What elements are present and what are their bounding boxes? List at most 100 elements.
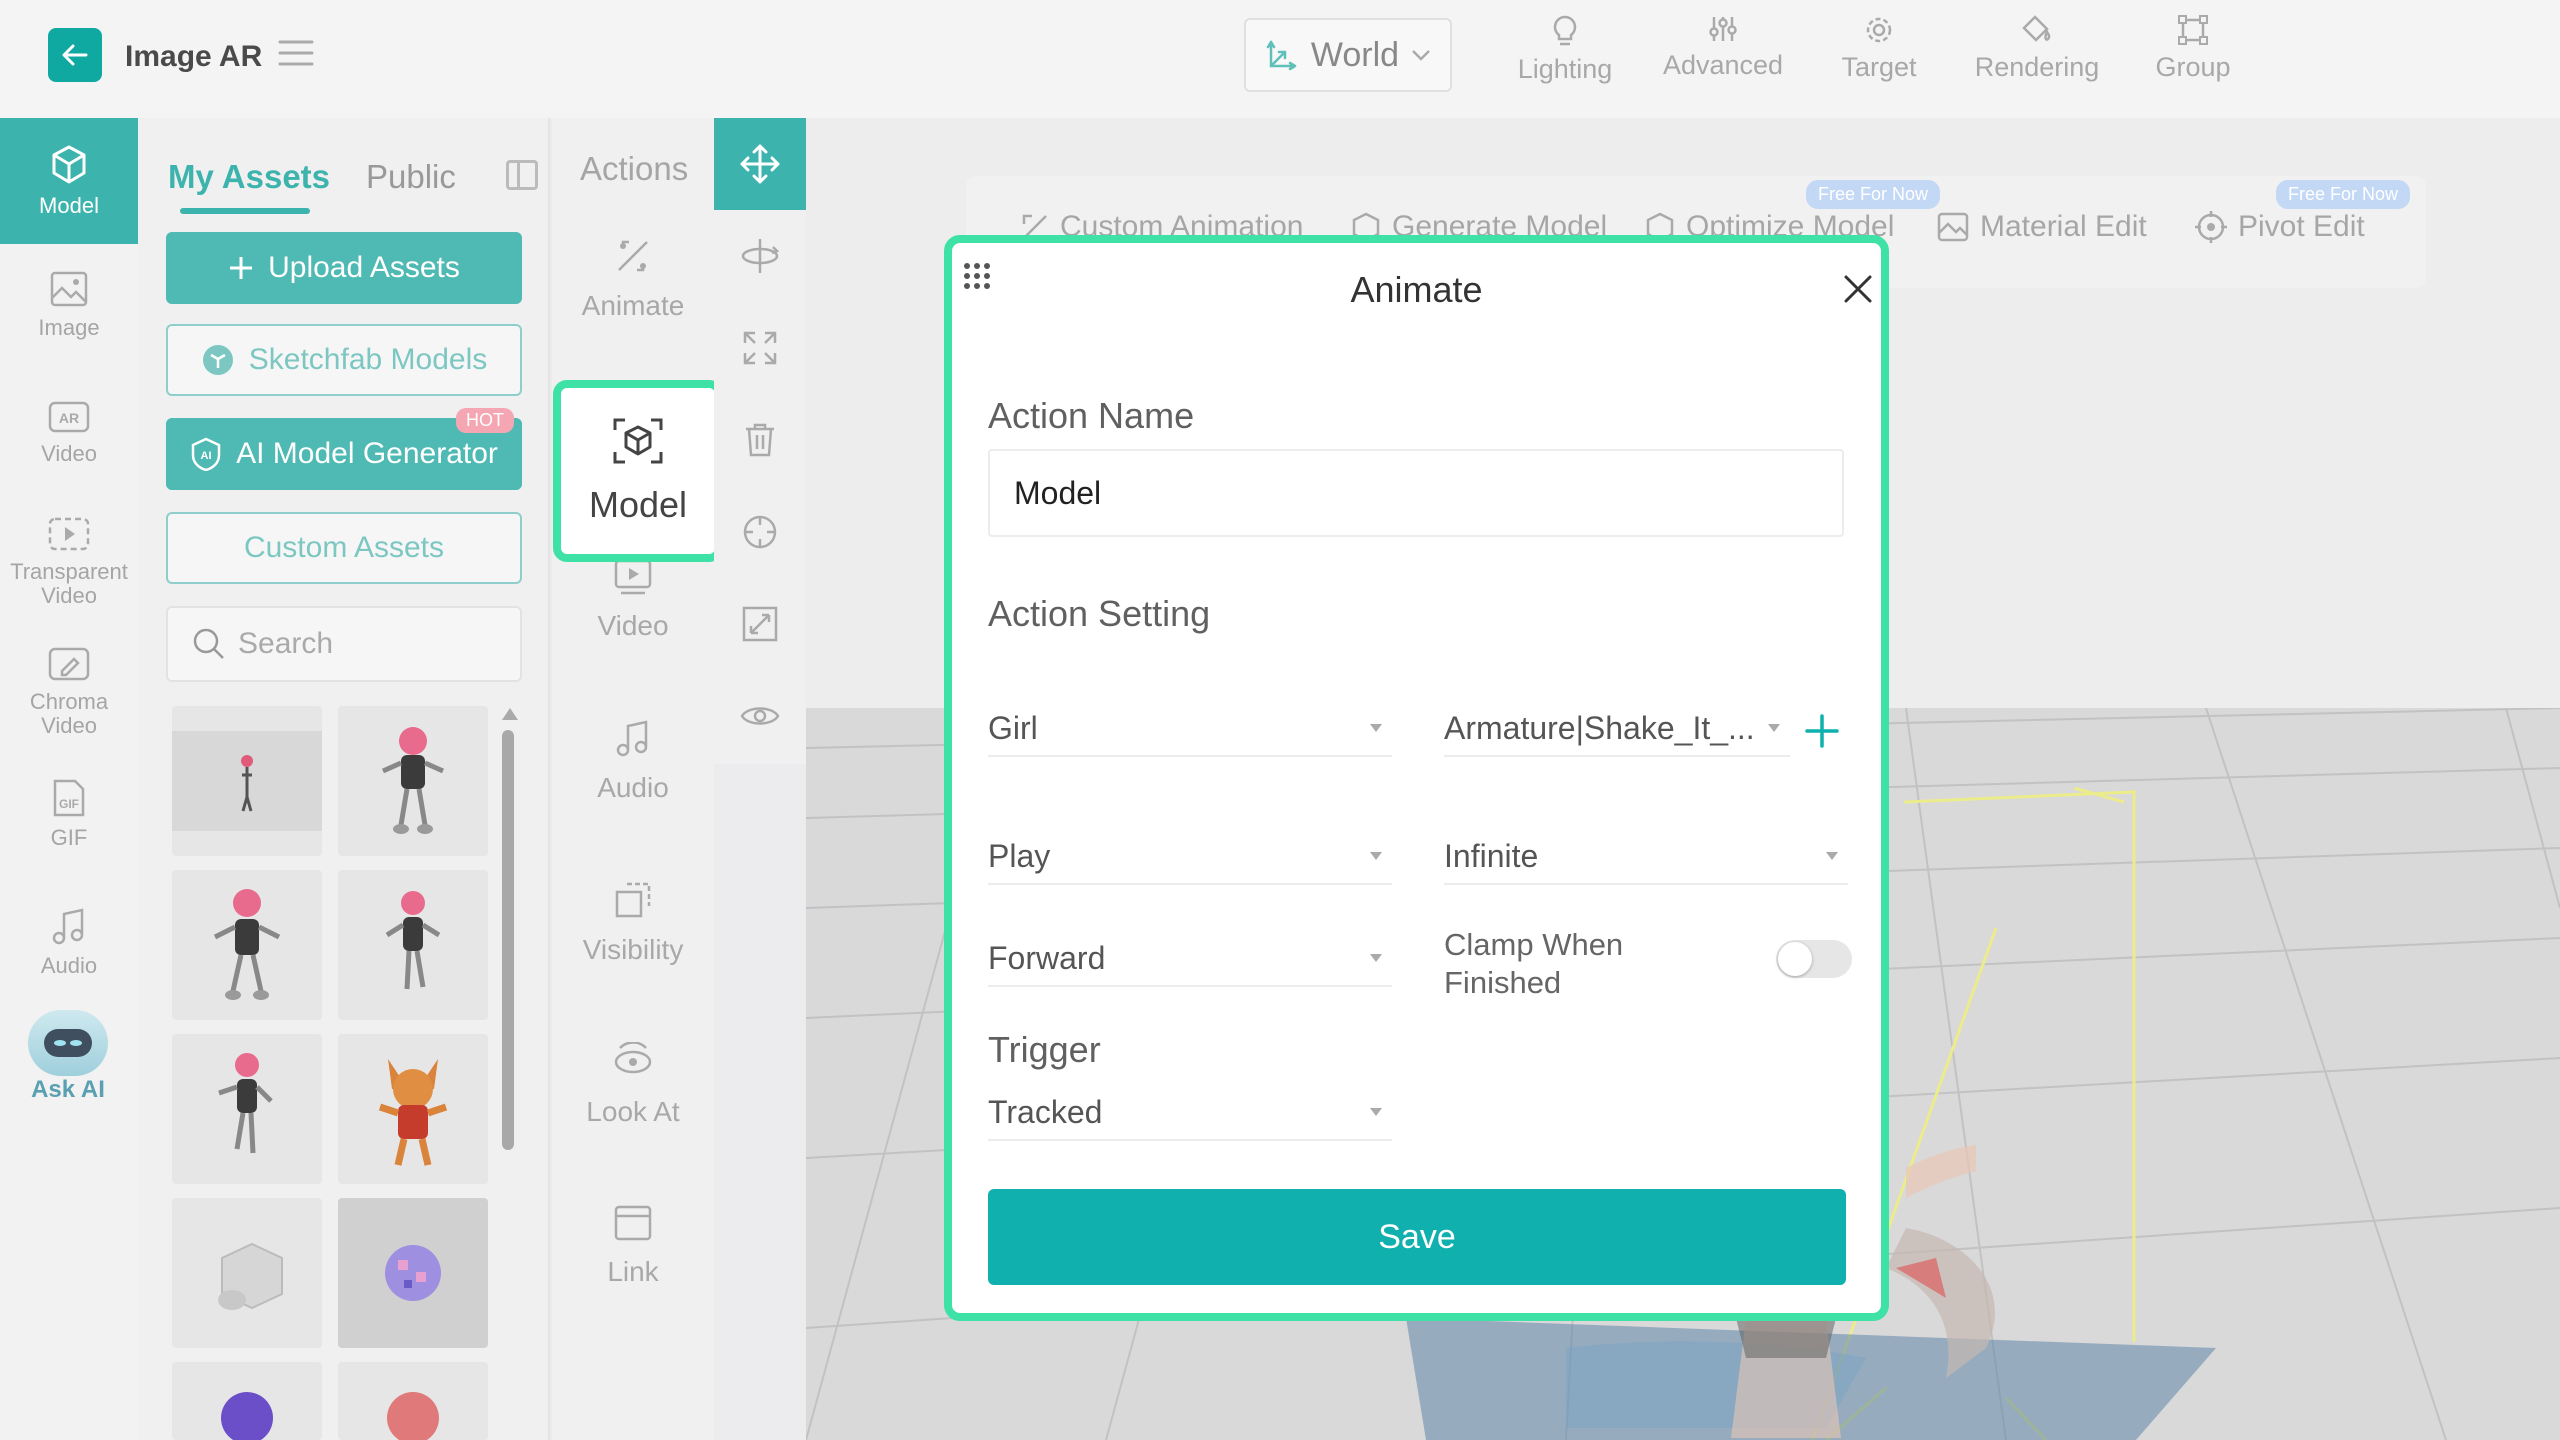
asset-thumbnail[interactable] bbox=[338, 1198, 488, 1348]
panel-collapse-icon[interactable] bbox=[506, 160, 538, 190]
rendering-tool[interactable]: Rendering bbox=[1962, 14, 2112, 104]
close-icon[interactable] bbox=[1840, 271, 1876, 307]
app-title: Image AR bbox=[125, 40, 263, 73]
asset-thumbnail[interactable] bbox=[172, 1034, 322, 1184]
pivot-icon bbox=[2195, 211, 2227, 243]
play-select[interactable]: Play bbox=[988, 829, 1392, 885]
target-tool[interactable]: Target bbox=[1804, 14, 1954, 104]
look-at-icon bbox=[614, 1042, 652, 1074]
scale-tool-button[interactable] bbox=[714, 302, 806, 394]
clip-select[interactable]: Armature|Shake_It_... bbox=[1444, 701, 1790, 757]
direction-select[interactable]: Forward bbox=[988, 931, 1392, 987]
group-icon bbox=[2178, 15, 2208, 45]
asset-thumbnail[interactable] bbox=[338, 1034, 488, 1184]
scene-bounding-box bbox=[1903, 786, 2136, 1342]
back-button[interactable] bbox=[48, 28, 102, 82]
upload-assets-button[interactable]: Upload Assets bbox=[166, 232, 522, 304]
nav-item-gif[interactable]: GIF GIF bbox=[0, 778, 138, 850]
pivot-edit-button[interactable]: Pivot Edit bbox=[2194, 210, 2365, 244]
save-button[interactable]: Save bbox=[988, 1189, 1846, 1285]
left-nav: Model Image AR Video Transparent Video C… bbox=[0, 118, 138, 1440]
group-tool[interactable]: Group bbox=[2118, 14, 2268, 104]
music-icon bbox=[52, 908, 84, 945]
asset-thumbnail[interactable] bbox=[338, 706, 488, 856]
loop-select-value: Infinite bbox=[1444, 837, 1539, 874]
custom-assets-button[interactable]: Custom Assets bbox=[166, 512, 522, 584]
animate-icon bbox=[618, 240, 648, 272]
sketchfab-models-button[interactable]: Sketchfab Models bbox=[166, 324, 522, 396]
ai-shield-icon: AI bbox=[191, 437, 221, 471]
chroma-video-icon bbox=[48, 647, 90, 681]
crosshair-icon bbox=[743, 515, 777, 549]
scrollbar-thumb[interactable] bbox=[502, 730, 514, 1150]
scroll-up-icon[interactable] bbox=[502, 708, 518, 720]
assets-scrollbar[interactable] bbox=[502, 708, 518, 1178]
action-item-model[interactable]: Model bbox=[553, 380, 723, 562]
action-label-visibility: Visibility bbox=[582, 934, 684, 965]
paint-bucket-icon bbox=[2022, 15, 2051, 42]
nav-item-model[interactable]: Model bbox=[0, 118, 138, 244]
clip-select-value: Armature|Shake_It_... bbox=[1444, 709, 1755, 746]
nav-item-video[interactable]: AR Video bbox=[0, 400, 138, 466]
play-select-value: Play bbox=[988, 837, 1051, 874]
asset-thumbnail[interactable] bbox=[172, 1362, 322, 1440]
action-name-input[interactable] bbox=[988, 449, 1844, 537]
box-thumbnail-icon bbox=[218, 1242, 283, 1310]
music-icon bbox=[616, 720, 648, 757]
move-tool-button[interactable] bbox=[714, 118, 806, 210]
tab-my-assets[interactable]: My Assets bbox=[168, 158, 330, 196]
lighting-label: Lighting bbox=[1517, 54, 1613, 84]
fit-tool-button[interactable] bbox=[714, 578, 806, 670]
lighting-tool[interactable]: Lighting bbox=[1490, 14, 1640, 104]
action-item-look-at[interactable]: Look At bbox=[552, 1042, 714, 1128]
menu-icon[interactable] bbox=[278, 38, 314, 68]
figure-thumbnail-icon bbox=[385, 891, 441, 990]
ask-ai-button[interactable]: Ask AI bbox=[18, 1010, 118, 1104]
nav-item-audio[interactable]: Audio bbox=[0, 908, 138, 978]
svg-text:AI: AI bbox=[201, 450, 212, 462]
search-box[interactable]: Search bbox=[166, 606, 522, 682]
animate-modal: Animate Action Name Action Setting Girl … bbox=[944, 235, 1889, 1321]
action-label-video: Video bbox=[597, 610, 669, 641]
nav-item-chroma-video[interactable]: Chroma Video bbox=[0, 646, 138, 738]
delete-tool-button[interactable] bbox=[714, 394, 806, 486]
action-item-link[interactable]: Link bbox=[552, 1204, 714, 1288]
nav-item-image[interactable]: Image bbox=[0, 270, 138, 340]
clamp-toggle[interactable] bbox=[1776, 940, 1852, 978]
target-select[interactable]: Girl bbox=[988, 701, 1392, 757]
model-box-icon bbox=[613, 418, 663, 464]
asset-thumbnail[interactable] bbox=[172, 1198, 322, 1348]
tab-public[interactable]: Public bbox=[366, 158, 456, 196]
actions-title: Actions bbox=[580, 150, 689, 187]
upload-assets-label: Upload Assets bbox=[268, 251, 460, 284]
asset-thumbnail[interactable] bbox=[338, 870, 488, 1020]
group-label: Group bbox=[2155, 52, 2231, 82]
nav-item-transparent-video[interactable]: Transparent Video bbox=[0, 516, 138, 608]
world-space-dropdown[interactable]: World bbox=[1244, 18, 1452, 92]
asset-thumbnail[interactable] bbox=[338, 1362, 488, 1440]
center-tool-button[interactable] bbox=[714, 486, 806, 578]
action-item-visibility[interactable]: Visibility bbox=[552, 880, 714, 966]
ai-model-generator-button[interactable]: AI AI Model Generator HOT bbox=[166, 408, 522, 490]
add-clip-plus-icon[interactable] bbox=[1804, 713, 1840, 749]
rendering-label: Rendering bbox=[1974, 52, 2100, 82]
asset-thumbnail[interactable] bbox=[172, 870, 322, 1020]
loop-select[interactable]: Infinite bbox=[1444, 829, 1848, 885]
asset-thumbnail[interactable] bbox=[172, 706, 322, 856]
rotate-tool-button[interactable] bbox=[714, 210, 806, 302]
target-select-value: Girl bbox=[988, 709, 1038, 746]
trigger-select[interactable]: Tracked bbox=[988, 1085, 1392, 1141]
link-window-icon bbox=[614, 1205, 652, 1241]
ask-ai-label: Ask AI bbox=[31, 1076, 105, 1103]
action-item-animate[interactable]: Animate bbox=[552, 236, 714, 322]
actions-panel: Actions Animate Video Audio Visibility L… bbox=[552, 118, 714, 1440]
advanced-tool[interactable]: Advanced bbox=[1648, 14, 1798, 104]
caret-down-icon bbox=[1370, 724, 1382, 732]
search-input[interactable]: Search bbox=[238, 627, 333, 661]
visibility-tool-button[interactable] bbox=[714, 670, 806, 762]
search-icon bbox=[193, 628, 224, 659]
action-item-audio[interactable]: Audio bbox=[552, 718, 714, 804]
action-item-video[interactable]: Video bbox=[552, 558, 714, 642]
material-edit-button[interactable]: Material Edit bbox=[1936, 210, 2147, 244]
trigger-select-value: Tracked bbox=[988, 1093, 1103, 1130]
